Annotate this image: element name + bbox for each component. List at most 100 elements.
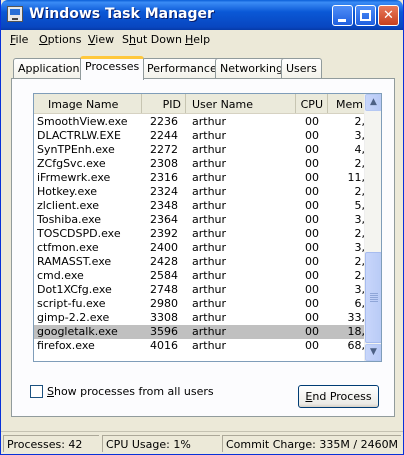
- task-manager-icon[interactable]: [7, 6, 23, 22]
- process-pid: 2272: [150, 143, 178, 156]
- process-cpu: 00: [305, 325, 319, 338]
- process-user: arthur: [192, 199, 227, 212]
- menu-help[interactable]: Help: [185, 33, 210, 46]
- process-user: arthur: [192, 269, 227, 282]
- process-mem: 2,: [354, 185, 366, 198]
- scroll-up-button[interactable]: ▲: [365, 94, 381, 111]
- process-cpu: 00: [305, 157, 319, 170]
- process-mem: 2,: [354, 255, 366, 268]
- process-name: zlclient.exe: [37, 199, 100, 212]
- process-row[interactable]: zlclient.exe 2348 arthur 00 5,: [34, 199, 365, 213]
- process-user: arthur: [192, 157, 227, 170]
- menu-view[interactable]: View: [88, 33, 114, 46]
- process-name: googletalk.exe: [37, 325, 118, 338]
- process-cpu: 00: [305, 115, 319, 128]
- process-row[interactable]: TOSCDSPD.exe 2392 arthur 00 2,: [34, 227, 365, 241]
- process-pid: 2364: [150, 213, 178, 226]
- minimize-icon: [338, 19, 346, 22]
- process-user: arthur: [192, 283, 227, 296]
- process-user: arthur: [192, 227, 227, 240]
- process-user: arthur: [192, 255, 227, 268]
- process-user: arthur: [192, 143, 227, 156]
- process-mem: 11,: [347, 171, 366, 184]
- status-processes: Processes: 42: [3, 435, 99, 452]
- process-row[interactable]: Toshiba.exe 2364 arthur 00 3,: [34, 213, 365, 227]
- task-manager-window: Windows Task Manager ✕ File Options View…: [0, 0, 404, 455]
- process-row[interactable]: firefox.exe 4016 arthur 00 68,: [34, 339, 365, 353]
- process-name: cmd.exe: [37, 269, 84, 282]
- process-cpu: 00: [305, 255, 319, 268]
- menu-bar: File Options View Shut Down Help: [4, 30, 402, 50]
- show-all-processes-label[interactable]: Show processes from all users: [47, 385, 214, 398]
- process-mem: 3,: [354, 129, 366, 142]
- tab-processes[interactable]: Processes: [80, 56, 145, 80]
- process-cpu: 00: [305, 283, 319, 296]
- process-cpu: 00: [305, 199, 319, 212]
- process-cpu: 00: [305, 185, 319, 198]
- show-all-processes-checkbox[interactable]: [30, 385, 43, 398]
- process-cpu: 00: [305, 297, 319, 310]
- process-mem: 3,: [354, 213, 366, 226]
- tab-performance[interactable]: Performance: [142, 58, 222, 78]
- process-row[interactable]: ZCfgSvc.exe 2308 arthur 00 2,: [34, 157, 365, 171]
- vertical-scrollbar[interactable]: ▲ ▼: [364, 94, 381, 361]
- process-pid: 4016: [150, 339, 178, 352]
- column-pid[interactable]: PID: [142, 94, 186, 113]
- process-mem: 68,: [347, 339, 366, 352]
- minimize-button[interactable]: [332, 5, 353, 26]
- close-button[interactable]: ✕: [378, 5, 399, 26]
- process-row[interactable]: iFrmewrk.exe 2316 arthur 00 11,: [34, 171, 365, 185]
- process-name: iFrmewrk.exe: [37, 171, 111, 184]
- tab-users[interactable]: Users: [281, 58, 322, 78]
- process-name: Toshiba.exe: [37, 213, 102, 226]
- process-name: script-fu.exe: [37, 297, 106, 310]
- process-pid: 3308: [150, 311, 178, 324]
- tab-applications[interactable]: Applications: [13, 58, 91, 78]
- process-row[interactable]: Hotkey.exe 2324 arthur 00 2,: [34, 185, 365, 199]
- process-row[interactable]: Dot1XCfg.exe 2748 arthur 00 3,: [34, 283, 365, 297]
- menu-options[interactable]: Options: [39, 33, 81, 46]
- tab-networking[interactable]: Networking: [215, 58, 288, 78]
- process-pid: 2244: [150, 129, 178, 142]
- close-icon: ✕: [383, 8, 394, 23]
- process-pid: 2324: [150, 185, 178, 198]
- processes-panel: Image Name PID User Name CPU Mem U Smoot…: [11, 78, 395, 417]
- process-row[interactable]: cmd.exe 2584 arthur 00 2,: [34, 269, 365, 283]
- menu-shut-down[interactable]: Shut Down: [122, 33, 182, 46]
- process-cpu: 00: [305, 241, 319, 254]
- menu-file[interactable]: File: [10, 33, 28, 46]
- column-cpu[interactable]: CPU: [296, 94, 328, 113]
- process-mem: 5,: [354, 199, 366, 212]
- process-user: arthur: [192, 311, 227, 324]
- process-mem: 6,: [354, 297, 366, 310]
- title-bar[interactable]: Windows Task Manager ✕: [1, 0, 403, 30]
- process-list[interactable]: Image Name PID User Name CPU Mem U Smoot…: [33, 93, 382, 362]
- process-mem: 3,: [354, 241, 366, 254]
- process-row[interactable]: script-fu.exe 2980 arthur 00 6,: [34, 297, 365, 311]
- process-row[interactable]: SmoothView.exe 2236 arthur 00 2,: [34, 115, 365, 129]
- process-user: arthur: [192, 241, 227, 254]
- column-mem-usage[interactable]: Mem U: [328, 94, 375, 113]
- process-pid: 2584: [150, 269, 178, 282]
- process-name: DLACTRLW.EXE: [37, 129, 121, 142]
- process-row[interactable]: SynTPEnh.exe 2272 arthur 00 4,: [34, 143, 365, 157]
- process-user: arthur: [192, 115, 227, 128]
- process-row[interactable]: DLACTRLW.EXE 2244 arthur 00 3,: [34, 129, 365, 143]
- process-name: SmoothView.exe: [37, 115, 128, 128]
- scroll-down-button[interactable]: ▼: [365, 344, 381, 361]
- status-bar: Processes: 42 CPU Usage: 1% Commit Charg…: [1, 431, 403, 453]
- maximize-button[interactable]: [355, 5, 376, 26]
- process-row[interactable]: gimp-2.2.exe 3308 arthur 00 33,: [34, 311, 365, 325]
- list-header: Image Name PID User Name CPU Mem U: [34, 94, 375, 114]
- column-image-name[interactable]: Image Name: [34, 94, 142, 113]
- column-user-name[interactable]: User Name: [186, 94, 296, 113]
- process-row[interactable]: googletalk.exe 3596 arthur 00 18,: [34, 325, 365, 339]
- process-pid: 2392: [150, 227, 178, 240]
- end-process-button[interactable]: End Process: [298, 385, 379, 408]
- scroll-thumb[interactable]: [365, 252, 381, 343]
- process-name: ZCfgSvc.exe: [37, 157, 106, 170]
- process-row[interactable]: ctfmon.exe 2400 arthur 00 3,: [34, 241, 365, 255]
- process-cpu: 00: [305, 311, 319, 324]
- process-pid: 2236: [150, 115, 178, 128]
- process-row[interactable]: RAMASST.exe 2428 arthur 00 2,: [34, 255, 365, 269]
